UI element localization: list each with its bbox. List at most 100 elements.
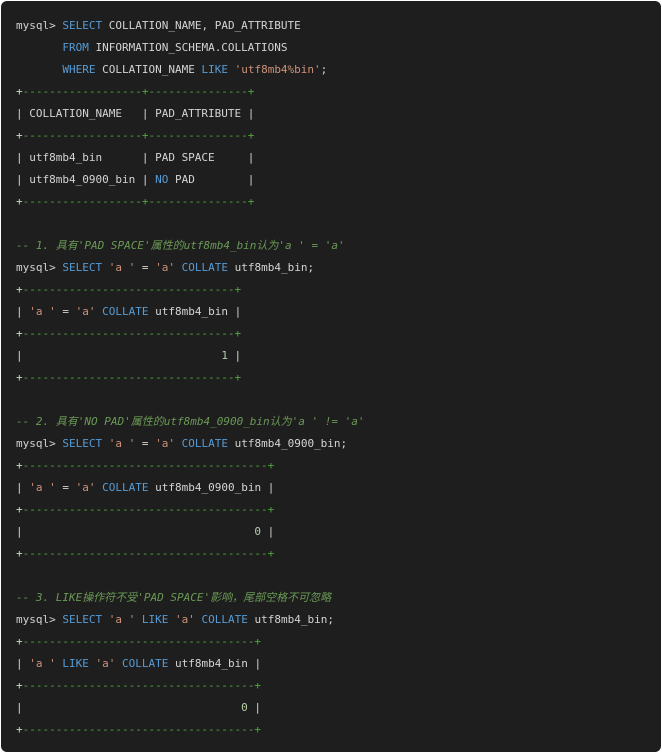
table-border-corner: + <box>16 85 23 98</box>
keyword: SELECT <box>62 437 103 450</box>
number-value: 0 <box>241 701 248 714</box>
code-text: utf8mb4_bin; <box>247 613 334 626</box>
code-text: utf8mb4_bin | <box>168 657 262 670</box>
string-literal: 'a' <box>174 613 195 626</box>
table-border: --------------------------------+ <box>22 371 242 384</box>
code-line: mysql> SELECT COLLATION_NAME, PAD_ATTRIB… <box>16 15 661 37</box>
keyword: NO <box>155 173 169 186</box>
code-line: -- 2. 具有'NO PAD'属性的utf8mb4_0900_bin认为'a … <box>16 411 661 433</box>
string-literal: 'utf8mb4%bin' <box>234 63 321 76</box>
keyword: SELECT <box>62 19 103 32</box>
table-border-corner: + <box>16 371 23 384</box>
code-text: | <box>16 305 30 318</box>
code-line: FROM INFORMATION_SCHEMA.COLLATIONS <box>16 37 661 59</box>
code-text: | utf8mb4_bin | PAD SPACE | <box>16 151 255 164</box>
code-text: | <box>16 349 222 362</box>
code-line: | 0 | <box>16 697 661 719</box>
string-literal: 'a ' <box>29 657 56 670</box>
code-text: utf8mb4_0900_bin; <box>227 437 348 450</box>
code-text: | <box>16 481 30 494</box>
string-literal: 'a ' <box>108 437 136 450</box>
code-text: mysql> <box>16 437 63 450</box>
table-border: --------------------------------+ <box>22 327 242 340</box>
keyword: LIKE <box>62 657 89 670</box>
code-text: = <box>55 481 76 494</box>
table-border: -----------------------------------+ <box>22 635 262 648</box>
code-line: +------------------+---------------+ <box>16 125 661 147</box>
code-line: +--------------------------------+ <box>16 367 661 389</box>
string-literal: 'a' <box>95 657 116 670</box>
code-line: +-------------------------------------+ <box>16 543 661 565</box>
table-border-corner: + <box>16 327 23 340</box>
keyword: COLLATE <box>201 613 248 626</box>
table-border: --------------------------------+ <box>22 283 242 296</box>
code-text: mysql> <box>16 19 63 32</box>
code-text: PAD | <box>168 173 255 186</box>
code-text: COLLATION_NAME <box>95 63 202 76</box>
code-text: | <box>227 349 242 362</box>
code-text: = <box>135 437 156 450</box>
code-text: | COLLATION_NAME | PAD_ATTRIBUTE | <box>16 107 255 120</box>
table-border-corner: + <box>16 547 23 560</box>
code-text: | <box>16 657 30 670</box>
table-border-corner: + <box>16 195 23 208</box>
code-text: INFORMATION_SCHEMA.COLLATIONS <box>88 41 288 54</box>
code-line: +-------------------------------------+ <box>16 455 661 477</box>
code-line: mysql> SELECT 'a ' = 'a' COLLATE utf8mb4… <box>16 257 661 279</box>
keyword: WHERE <box>62 63 96 76</box>
table-border: -----------------------------------+ <box>22 679 262 692</box>
code-line: +-----------------------------------+ <box>16 631 661 653</box>
code-line: | 'a ' LIKE 'a' COLLATE utf8mb4_bin | <box>16 653 661 675</box>
string-literal: 'a ' <box>29 305 56 318</box>
table-border: -----------------------------------+ <box>22 723 262 736</box>
code-line: mysql> SELECT 'a ' LIKE 'a' COLLATE utf8… <box>16 609 661 631</box>
code-line: | 0 | <box>16 521 661 543</box>
string-literal: 'a' <box>75 305 96 318</box>
code-line: +--------------------------------+ <box>16 279 661 301</box>
string-literal: 'a ' <box>108 613 136 626</box>
table-border-corner: + <box>16 635 23 648</box>
string-literal: 'a' <box>75 481 96 494</box>
table-border: -------------------------------------+ <box>22 459 275 472</box>
code-text: utf8mb4_bin; <box>227 261 315 274</box>
code-line: | utf8mb4_0900_bin | NO PAD | <box>16 169 661 191</box>
code-text: COLLATION_NAME, PAD_ATTRIBUTE <box>102 19 301 32</box>
table-border-corner: + <box>16 459 23 472</box>
keyword: LIKE <box>141 613 169 626</box>
code-line: mysql> SELECT 'a ' = 'a' COLLATE utf8mb4… <box>16 433 661 455</box>
code-line: | 1 | <box>16 345 661 367</box>
code-line: +-----------------------------------+ <box>16 719 661 741</box>
keyword: LIKE <box>201 63 228 76</box>
code-line: -- 1. 具有'PAD SPACE'属性的utf8mb4_bin认为'a ' … <box>16 235 661 257</box>
code-text: | <box>16 701 242 714</box>
code-line: | COLLATION_NAME | PAD_ATTRIBUTE | <box>16 103 661 125</box>
code-line: WHERE COLLATION_NAME LIKE 'utf8mb4%bin'; <box>16 59 661 81</box>
code-text: = <box>135 261 156 274</box>
keyword: COLLATE <box>181 437 228 450</box>
keyword: SELECT <box>62 613 103 626</box>
table-border-corner: + <box>16 283 23 296</box>
code-line: -- 3. LIKE操作符不受'PAD SPACE'影响，尾部空格不可忽略 <box>16 587 661 609</box>
table-border-corner: + <box>16 129 23 142</box>
string-literal: 'a' <box>155 437 175 450</box>
code-text: | <box>261 525 275 538</box>
string-literal: 'a' <box>155 261 175 274</box>
code-line: | 'a ' = 'a' COLLATE utf8mb4_0900_bin | <box>16 477 661 499</box>
comment: -- 2. 具有'NO PAD'属性的utf8mb4_0900_bin认为'a … <box>16 415 365 428</box>
code-text: utf8mb4_0900_bin | <box>148 481 275 494</box>
number-value: 1 <box>221 349 228 362</box>
string-literal: 'a ' <box>29 481 56 494</box>
code-block: mysql> SELECT COLLATION_NAME, PAD_ATTRIB… <box>1 1 661 752</box>
keyword: COLLATE <box>102 481 149 494</box>
